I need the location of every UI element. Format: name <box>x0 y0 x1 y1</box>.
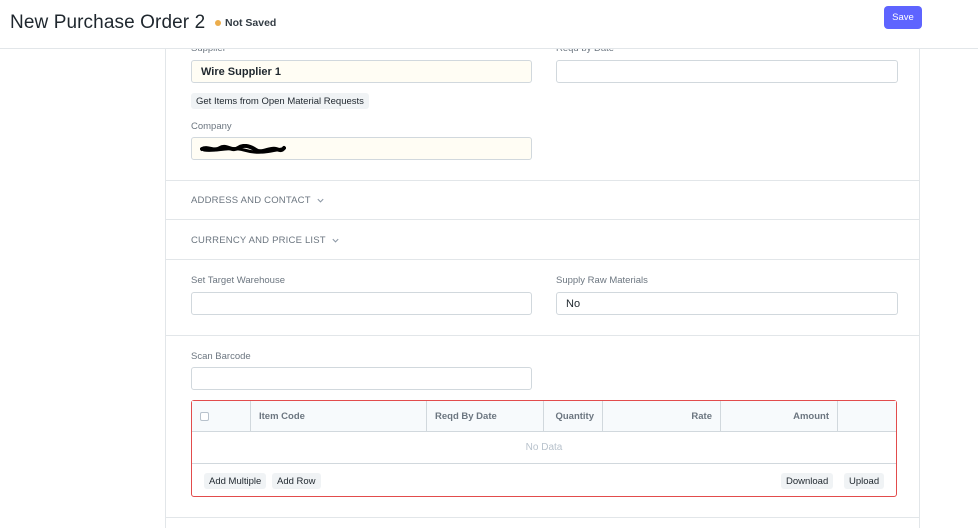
status-text: Not Saved <box>225 17 277 29</box>
section-divider <box>166 259 919 260</box>
add-row-button[interactable]: Add Row <box>272 473 321 489</box>
supply-raw-materials-select[interactable]: No <box>556 292 898 315</box>
status-indicator: Not Saved <box>215 17 276 29</box>
get-items-from-material-requests-button[interactable]: Get Items from Open Material Requests <box>191 93 369 109</box>
section-divider <box>166 517 919 518</box>
section-divider <box>166 219 919 220</box>
chevron-down-icon <box>317 198 324 203</box>
company-label: Company <box>191 121 232 132</box>
status-dot-icon <box>215 20 221 26</box>
column-reqd-by-date[interactable]: Reqd By Date <box>427 401 544 432</box>
section-currency-price-list-label: CURRENCY AND PRICE LIST <box>191 235 326 246</box>
chevron-down-icon <box>332 238 339 243</box>
save-button[interactable]: Save <box>884 6 922 29</box>
download-button[interactable]: Download <box>781 473 834 489</box>
section-address-contact[interactable]: ADDRESS AND CONTACT <box>191 195 325 206</box>
set-target-warehouse-input[interactable] <box>191 292 532 315</box>
column-amount[interactable]: Amount <box>721 401 838 432</box>
add-multiple-button[interactable]: Add Multiple <box>204 473 267 489</box>
company-input[interactable] <box>191 137 532 160</box>
select-all-cell <box>192 401 251 432</box>
section-address-contact-label: ADDRESS AND CONTACT <box>191 195 311 206</box>
items-table: Item Code Reqd By Date Quantity Rate Amo… <box>191 400 897 497</box>
redaction-scribble <box>200 144 286 154</box>
supplier-input[interactable]: Wire Supplier 1 <box>191 60 532 83</box>
column-quantity[interactable]: Quantity <box>544 401 603 432</box>
column-rate[interactable]: Rate <box>603 401 721 432</box>
set-target-warehouse-label: Set Target Warehouse <box>191 275 285 286</box>
scan-barcode-label: Scan Barcode <box>191 351 251 362</box>
page-title: New Purchase Order 2 <box>10 12 206 33</box>
column-item-code[interactable]: Item Code <box>251 401 427 432</box>
section-currency-price-list[interactable]: CURRENCY AND PRICE LIST <box>191 235 340 246</box>
reqd-by-date-input[interactable] <box>556 60 898 83</box>
section-divider <box>166 180 919 181</box>
empty-table-message: No Data <box>192 432 896 464</box>
scan-barcode-input[interactable] <box>191 367 532 390</box>
supply-raw-materials-label: Supply Raw Materials <box>556 275 648 286</box>
page-header: New Purchase Order 2 Not Saved Save <box>0 0 978 49</box>
select-all-checkbox[interactable] <box>200 412 209 421</box>
upload-button[interactable]: Upload <box>844 473 885 489</box>
form-card: Supplier Wire Supplier 1 Reqd by Date Ge… <box>165 43 920 528</box>
section-divider <box>166 335 919 336</box>
column-actions <box>838 401 896 432</box>
items-table-header: Item Code Reqd By Date Quantity Rate Amo… <box>192 401 896 432</box>
